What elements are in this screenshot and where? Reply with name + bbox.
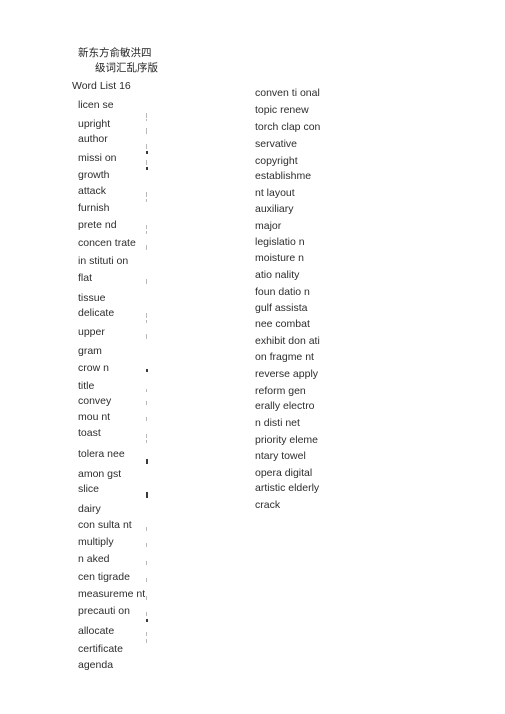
document-title-line-1: 新东方俞敏洪四	[78, 47, 152, 59]
scan-speckle	[146, 619, 148, 622]
word-entry: missi on	[78, 152, 117, 164]
scan-speckle	[146, 279, 147, 284]
word-entry: con sulta nt	[78, 519, 132, 531]
scan-speckle	[146, 543, 147, 547]
document-title: 新东方俞敏洪四 级词汇乱序版	[78, 46, 158, 76]
word-entry: exhibit don ati	[255, 335, 320, 347]
word-entry: allocate	[78, 625, 115, 637]
word-entry: nt layout	[255, 187, 295, 199]
word-entry: artistic elderly	[255, 482, 320, 494]
scan-speckle	[146, 639, 147, 643]
word-entry: gram	[78, 345, 102, 357]
scan-speckle	[146, 192, 147, 197]
word-entry: slice	[78, 483, 100, 495]
scan-speckle	[146, 389, 147, 392]
word-entry: measureme nt	[78, 588, 146, 600]
scan-speckle	[146, 440, 147, 443]
document-title-line-2: 级词汇乱序版	[95, 62, 158, 74]
word-entry: convey	[78, 395, 112, 407]
scan-speckle	[146, 401, 147, 405]
word-entry: growth	[78, 169, 110, 181]
scan-speckle	[146, 119, 147, 121]
scan-speckle	[146, 144, 147, 149]
word-entry: concen trate	[78, 237, 136, 249]
word-entry: upright	[78, 118, 111, 130]
word-entry: cen tigrade	[78, 571, 130, 583]
scan-speckle	[146, 561, 147, 565]
scan-speckle	[146, 245, 147, 250]
word-entry: gulf assista	[255, 302, 308, 314]
word-entry: attack	[78, 185, 107, 197]
scan-speckle	[146, 320, 147, 323]
word-entry: agenda	[78, 659, 114, 671]
word-entry: establishme	[255, 170, 312, 182]
word-entry: prete nd	[78, 219, 117, 231]
scan-speckle	[146, 151, 148, 154]
scan-speckle	[146, 225, 147, 229]
word-entry: opera digital	[255, 467, 313, 479]
word-entry: multiply	[78, 536, 114, 548]
scan-speckle	[146, 596, 147, 600]
word-entry: amon gst	[78, 468, 122, 480]
word-entry: precauti on	[78, 605, 130, 617]
word-entry: delicate	[78, 307, 115, 319]
word-entry: tissue	[78, 292, 106, 304]
word-entry: nee combat	[255, 318, 310, 330]
scan-speckle	[146, 199, 147, 202]
scan-speckle	[146, 160, 147, 165]
word-entry: erally electro	[255, 400, 315, 412]
word-entry: n disti net	[255, 417, 300, 429]
word-entry: servative	[255, 138, 298, 150]
word-entry: dairy	[78, 503, 101, 515]
word-entry: furnish	[78, 202, 110, 214]
scan-speckle	[146, 417, 147, 421]
word-entry: licen se	[78, 99, 114, 111]
scan-speckle	[146, 612, 147, 616]
word-entry: reverse apply	[255, 368, 319, 380]
word-entry: copyright	[255, 155, 298, 167]
word-entry: ntary towel	[255, 450, 306, 462]
word-list-heading: Word List 16	[72, 80, 131, 92]
scan-speckle	[146, 492, 148, 498]
word-entry: tolera nee	[78, 448, 125, 460]
word-entry: topic renew	[255, 104, 309, 116]
scan-speckle	[146, 128, 147, 134]
document-page: 新东方俞敏洪四 级词汇乱序版 Word List 16 licen se upri…	[0, 0, 505, 714]
word-entry: upper	[78, 326, 105, 338]
word-entry: certificate	[78, 643, 123, 655]
word-entry: crow n	[78, 362, 109, 374]
word-entry: toast	[78, 427, 101, 439]
scan-speckle	[146, 434, 147, 438]
word-entry: major	[255, 220, 282, 232]
word-entry: on fragme nt	[255, 351, 314, 363]
scan-speckle	[146, 313, 147, 318]
word-entry: foun datio n	[255, 286, 310, 298]
scan-speckle	[146, 167, 148, 170]
word-entry: flat	[78, 272, 93, 284]
word-entry: legislatio n	[255, 236, 305, 248]
scan-speckle	[146, 459, 148, 464]
scan-speckle	[146, 632, 147, 636]
scan-speckle	[146, 527, 147, 531]
scan-speckle	[146, 113, 147, 118]
word-entry: n aked	[78, 553, 110, 565]
scan-speckle	[146, 369, 148, 372]
word-entry: mou nt	[78, 411, 111, 423]
scan-speckle	[146, 578, 147, 582]
scan-speckle	[146, 231, 147, 234]
word-entry: in stituti on	[78, 255, 129, 267]
word-entry: title	[78, 380, 95, 392]
word-entry: crack	[255, 499, 281, 511]
word-entry: atio nality	[255, 269, 300, 281]
word-entry: moisture n	[255, 252, 305, 264]
word-entry: priority eleme	[255, 434, 319, 446]
word-entry: conven ti onal	[255, 87, 320, 99]
scan-speckle	[146, 334, 147, 339]
word-entry: torch clap con	[255, 121, 321, 133]
word-entry: reform gen	[255, 385, 306, 397]
word-entry: auxiliary	[255, 203, 294, 215]
word-entry: author	[78, 133, 108, 145]
